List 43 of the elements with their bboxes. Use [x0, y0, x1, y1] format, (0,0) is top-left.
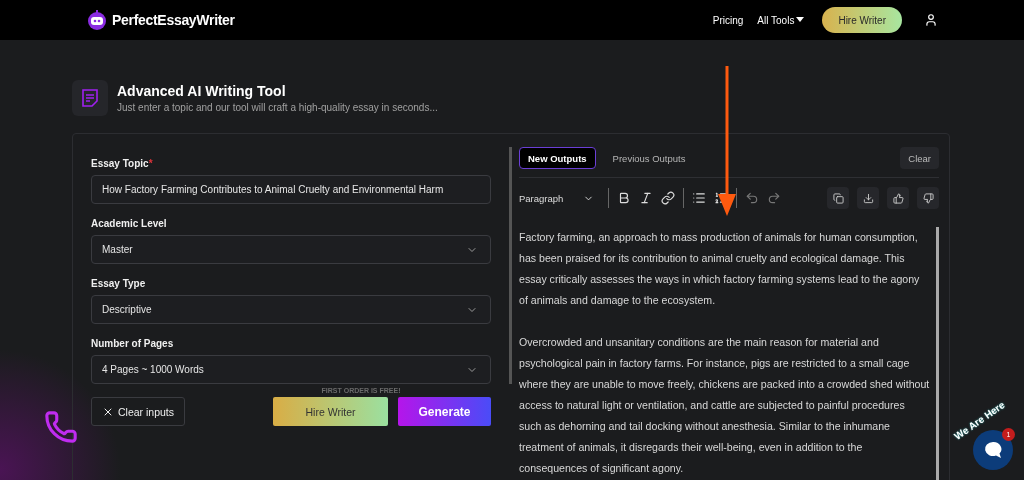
clear-button[interactable]: Clear — [900, 147, 939, 169]
document-icon — [72, 80, 108, 116]
redo-icon[interactable] — [767, 191, 782, 205]
field-label: Number of Pages — [91, 338, 175, 349]
user-icon[interactable] — [924, 13, 938, 27]
link-icon[interactable] — [661, 191, 676, 205]
bold-icon[interactable] — [617, 191, 632, 205]
phone-icon[interactable] — [44, 410, 78, 444]
download-button[interactable] — [857, 187, 879, 209]
clear-inputs-button[interactable]: Clear inputs — [91, 397, 186, 426]
select-field[interactable]: 4 Pages ~ 1000 Words — [91, 355, 491, 384]
speech-bubble-icon — [983, 441, 1003, 459]
hire-writer-button[interactable]: Hire Writer — [273, 397, 388, 426]
select-field[interactable]: Descriptive — [91, 295, 491, 324]
nav-dropdown[interactable]: All Tools — [757, 14, 805, 26]
essay-paragraph: Factory farming, an approach to mass production of animals for human consumption, has been praised for its contribution to animal cruelty and ecological damage. This essay critically assesses the ways in which factory farming systems lead to the agony of animals and damage to the ecosystem. — [519, 230, 921, 308]
undo-icon[interactable] — [745, 191, 760, 205]
caret-icon — [796, 17, 805, 23]
nav-link[interactable]: Pricing — [712, 14, 744, 26]
generate-button[interactable]: Generate — [398, 397, 491, 426]
robot-logo-icon — [86, 9, 108, 31]
tool-subtitle: Just enter a topic and our tool will craft a high-quality essay in seconds... — [117, 102, 438, 113]
output-tab[interactable]: Previous Outputs — [603, 147, 695, 169]
thumbs-down-button[interactable] — [917, 187, 939, 209]
select-field[interactable]: Master — [91, 235, 491, 264]
input-field[interactable]: How Factory Farming Contributes to Animal Cruelty and Environmental Harm — [91, 175, 491, 204]
thumbs-up-icon — [892, 192, 904, 204]
copy-button[interactable] — [827, 187, 849, 209]
block-format-dropdown[interactable]: Paragraph — [519, 192, 601, 204]
hire-writer-button[interactable]: Hire Writer — [822, 7, 902, 33]
download-icon — [862, 192, 874, 204]
thumbs-up-button[interactable] — [887, 187, 909, 209]
field-label: Academic Level — [91, 218, 168, 229]
bullet-list-icon[interactable] — [692, 191, 707, 205]
thumbs-down-icon — [922, 192, 934, 204]
italic-icon[interactable] — [639, 191, 654, 205]
output-tab[interactable]: New Outputs — [519, 147, 596, 169]
field-label: Essay Type — [91, 278, 147, 289]
tool-title: Advanced AI Writing Tool — [117, 83, 287, 99]
field-label: Essay Topic* — [91, 158, 154, 169]
copy-icon — [832, 192, 844, 204]
logo-text[interactable]: PerfectEssayWriter — [112, 12, 235, 28]
essay-paragraph: Overcrowded and unsanitary conditions are the main reason for material and psychological pain in factory farms. For instance, pigs are restricted to a small cage where they are unable to move freely, chickens are packed into a crowded shed without access to natural light or ventilation, and cattle are subjected to painful procedures such as dehorning and tail docking without anesthesia. Similar to the inhumane treatment of animals, it disregards their well-being, even in addition to the consequences of significant agony. — [519, 335, 930, 476]
